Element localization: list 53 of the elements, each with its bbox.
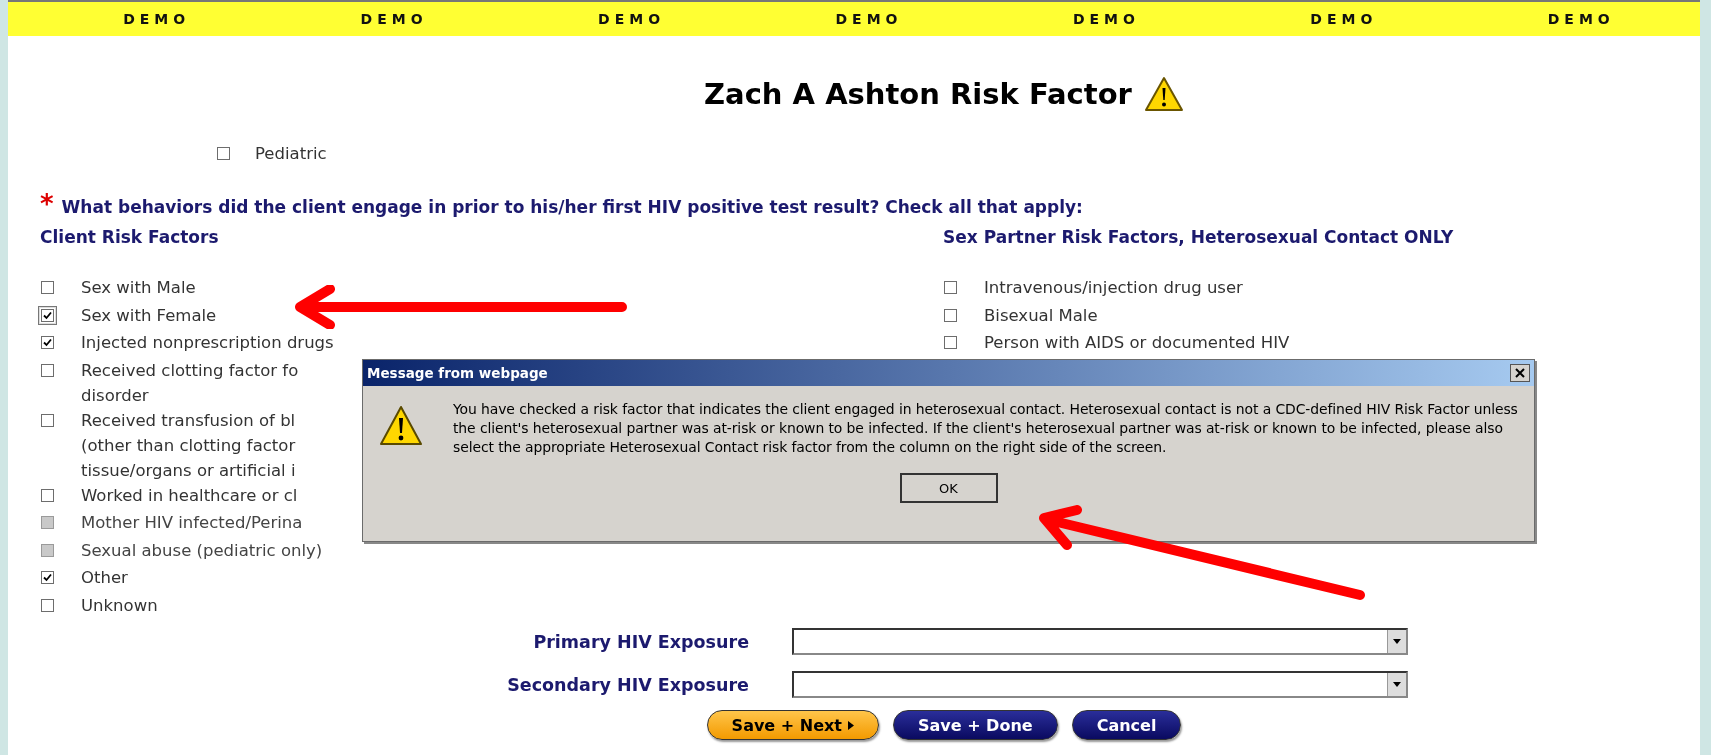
checkbox-label: Received transfusion of bl (other than clotting factor tissue/organs or artificial i: [81, 409, 296, 482]
action-button[interactable]: Cancel: [1071, 710, 1182, 740]
ok-button[interactable]: OK: [899, 473, 998, 503]
checkbox-label: Intravenous/injection drug user: [984, 277, 1243, 299]
demo-label: DEMO: [598, 11, 666, 27]
checkbox-label: Sex with Male: [81, 277, 196, 299]
checkbox[interactable]: [38, 278, 57, 297]
checkmark-icon: [43, 573, 52, 582]
field-label: Primary HIV Exposure: [532, 631, 749, 652]
action-button[interactable]: Save + Done: [892, 710, 1058, 740]
checkbox[interactable]: [38, 568, 57, 587]
checkbox-label: Unknown: [81, 594, 158, 617]
demo-label: DEMO: [123, 11, 191, 27]
demo-label: DEMO: [1072, 11, 1140, 27]
action-button[interactable]: Save + Next: [706, 710, 879, 740]
checkbox-label: Sex with Female: [81, 304, 217, 327]
dialog-title: Message from webpage: [367, 365, 548, 381]
dropdown-field[interactable]: [792, 628, 1408, 655]
close-icon: [1515, 368, 1525, 378]
required-mark: *: [40, 191, 54, 217]
warning-icon: [379, 404, 423, 448]
close-button[interactable]: [1510, 364, 1530, 382]
checkbox-label: Received clotting factor fo disorder: [81, 359, 299, 407]
demo-label: DEMO: [1547, 11, 1615, 27]
checkbox-label: Pediatric: [255, 144, 327, 163]
dropdown-arrow-icon: [1393, 682, 1401, 687]
checkbox[interactable]: [941, 278, 960, 297]
section-heading: Client Risk Factors: [40, 227, 220, 247]
demo-label: DEMO: [360, 11, 428, 27]
checkbox-label: Worked in healthcare or cl: [81, 484, 298, 507]
warning-icon: [1143, 76, 1184, 112]
checkbox[interactable]: [214, 144, 233, 163]
checkmark-icon: [43, 338, 52, 347]
checkbox-label: Other: [81, 567, 128, 589]
checkmark-icon: [43, 310, 52, 320]
dropdown-arrow-icon: [1393, 639, 1401, 644]
demo-label: DEMO: [1310, 11, 1378, 27]
checkbox-label: Bisexual Male: [984, 304, 1098, 327]
section-heading: Sex Partner Risk Factors, Heterosexual Contact ONLY: [943, 227, 1454, 247]
field-label: Secondary HIV Exposure: [506, 674, 749, 695]
question-text: What behaviors did the client engage in prior to his/her first HIV positive test result? Check all that apply:: [61, 197, 1083, 217]
checkbox[interactable]: [941, 333, 960, 352]
checkbox-label: Mother HIV infected/Perina: [81, 512, 303, 534]
checkbox-label: Injected nonprescription drugs: [81, 332, 334, 354]
dialog-message: You have checked a risk factor that indicates the client engaged in heterosexual contact. Heterosexual contact is not a CDC-defined HIV Risk Factor unless the client's heterosexual partner was at-risk or known to be infected. If the client's heterosexual partner was at-risk or known to be infected, please also select the appropriate Heterosexual Contact risk factor from the column on the right side of the screen.: [453, 400, 1519, 457]
page-title: Zach A Ashton Risk Factor: [704, 77, 1132, 111]
dropdown-field[interactable]: [792, 671, 1408, 698]
checkbox-label: Sexual abuse (pediatric only): [81, 539, 323, 562]
checkbox-label: Person with AIDS or documented HIV: [984, 332, 1290, 354]
checkbox[interactable]: [38, 305, 57, 325]
caret-icon: [847, 720, 854, 730]
demo-label: DEMO: [835, 11, 903, 27]
checkbox[interactable]: [38, 333, 57, 352]
